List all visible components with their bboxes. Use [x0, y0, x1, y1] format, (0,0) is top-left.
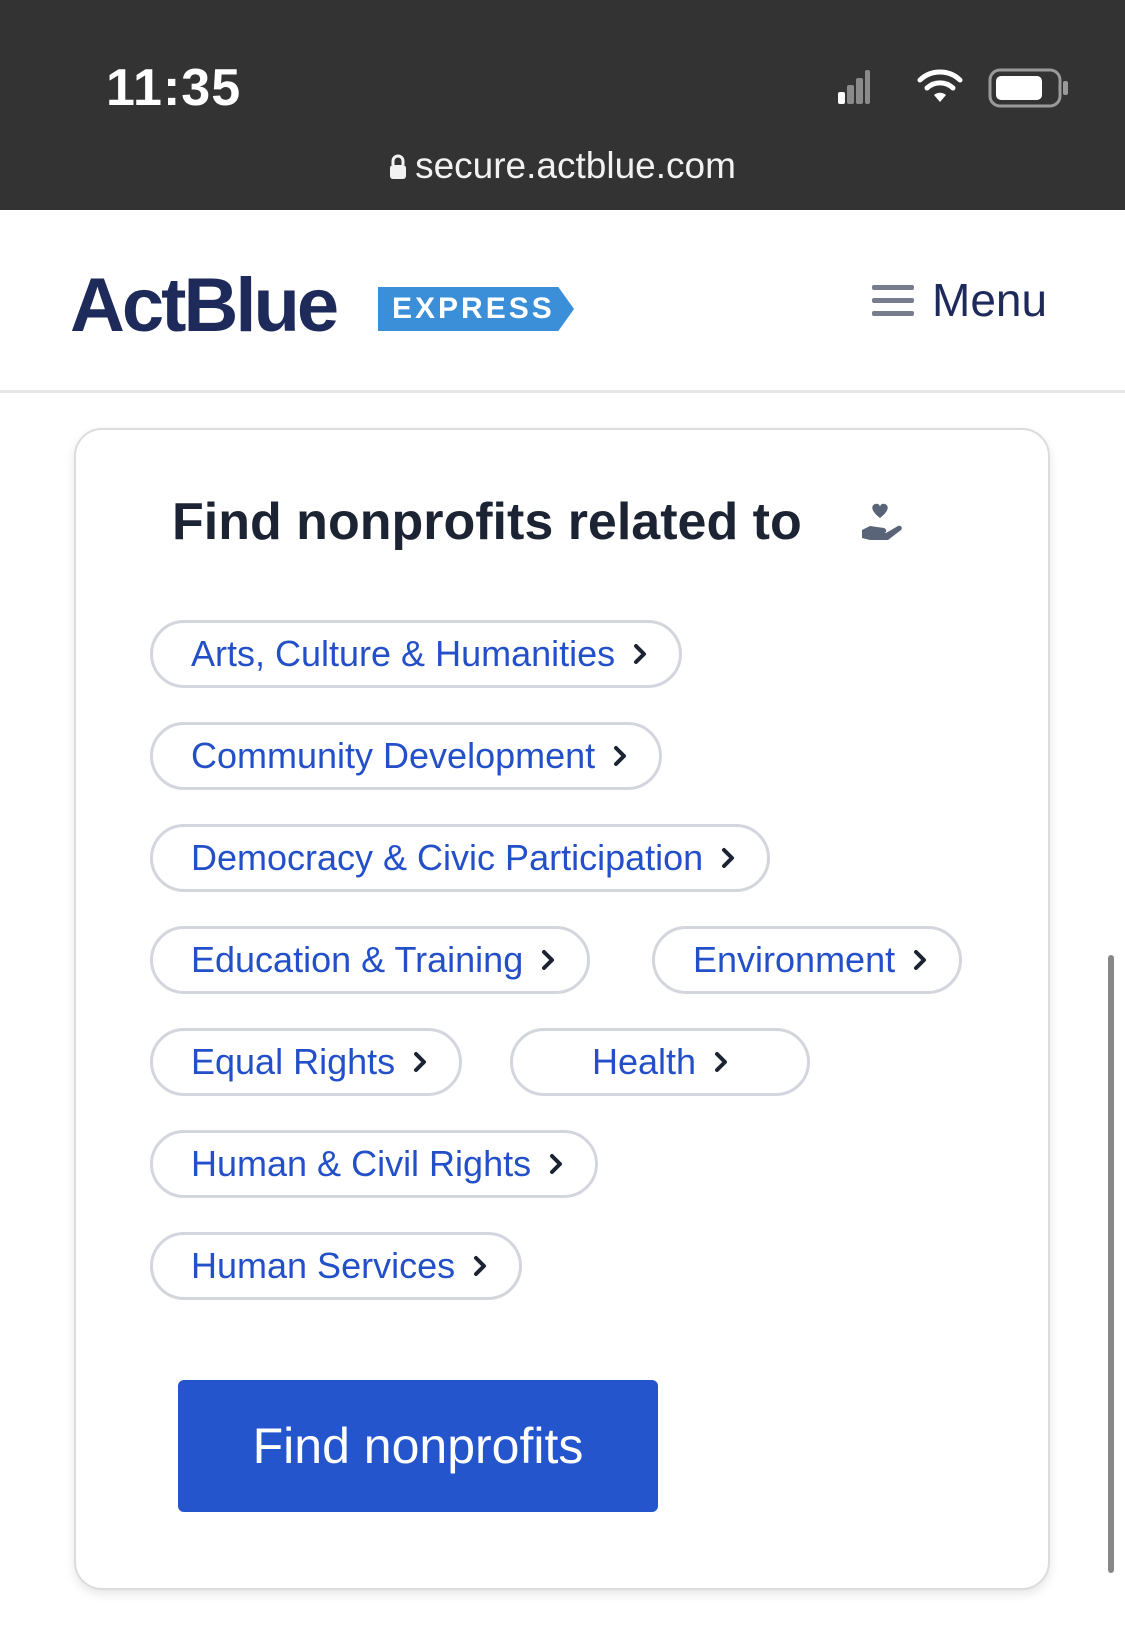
category-label: Environment [693, 939, 896, 980]
category-education[interactable]: Education & Training [150, 926, 591, 994]
category-label: Democracy & Civic Participation [191, 837, 704, 878]
category-environment[interactable]: Environment [652, 926, 963, 994]
category-label: Human Services [191, 1245, 456, 1286]
scrollbar[interactable] [1108, 955, 1114, 1573]
category-human-civil-rights[interactable]: Human & Civil Rights [150, 1130, 599, 1198]
category-equal-rights[interactable]: Equal Rights [150, 1028, 463, 1096]
category-label: Community Development [191, 735, 596, 776]
category-label: Equal Rights [191, 1041, 396, 1082]
category-democracy[interactable]: Democracy & Civic Participation [150, 824, 771, 892]
url-text: secure.actblue.com [415, 145, 736, 186]
hand-heart-icon [862, 503, 902, 540]
chevron-right-icon [715, 1052, 728, 1072]
category-label: Health [591, 1041, 697, 1082]
express-badge: EXPRESS [378, 287, 574, 331]
chevron-right-icon [614, 746, 627, 766]
category-human-services[interactable]: Human Services [150, 1232, 523, 1300]
category-arts[interactable]: Arts, Culture & Humanities [150, 620, 683, 688]
category-label: Arts, Culture & Humanities [191, 633, 616, 674]
status-time: 11:35 [106, 59, 242, 117]
menu-label: Menu [932, 274, 1048, 326]
battery-icon [988, 68, 1068, 108]
chevron-right-icon [722, 848, 735, 868]
chevron-right-icon [474, 1256, 487, 1276]
lock-icon [390, 154, 407, 179]
category-label: Human & Civil Rights [191, 1143, 532, 1184]
address-bar[interactable]: secure.actblue.com [0, 145, 1125, 187]
card-title: Find nonprofits related to [172, 493, 802, 551]
find-nonprofits-button[interactable]: Find nonprofits [178, 1380, 658, 1512]
hamburger-icon [872, 277, 914, 324]
chevron-right-icon [414, 1052, 427, 1072]
wifi-icon [917, 69, 963, 102]
menu-button[interactable]: Menu [872, 272, 1047, 328]
status-bar: 11:35 secure.actblue.com [0, 0, 1125, 210]
category-community-development[interactable]: Community Development [150, 722, 663, 790]
actblue-logo[interactable]: ActBlue [70, 262, 339, 349]
chevron-right-icon [914, 950, 927, 970]
chevron-right-icon [542, 950, 555, 970]
category-label: Education & Training [191, 939, 524, 980]
category-health[interactable]: Health [510, 1028, 810, 1096]
chevron-right-icon [550, 1154, 563, 1174]
chevron-right-icon [634, 644, 647, 664]
site-header: ActBlue EXPRESS Menu [0, 210, 1125, 393]
signal-icon [838, 70, 870, 104]
nonprofit-category-card: Find nonprofits related to Arts, Culture… [74, 428, 1050, 1590]
